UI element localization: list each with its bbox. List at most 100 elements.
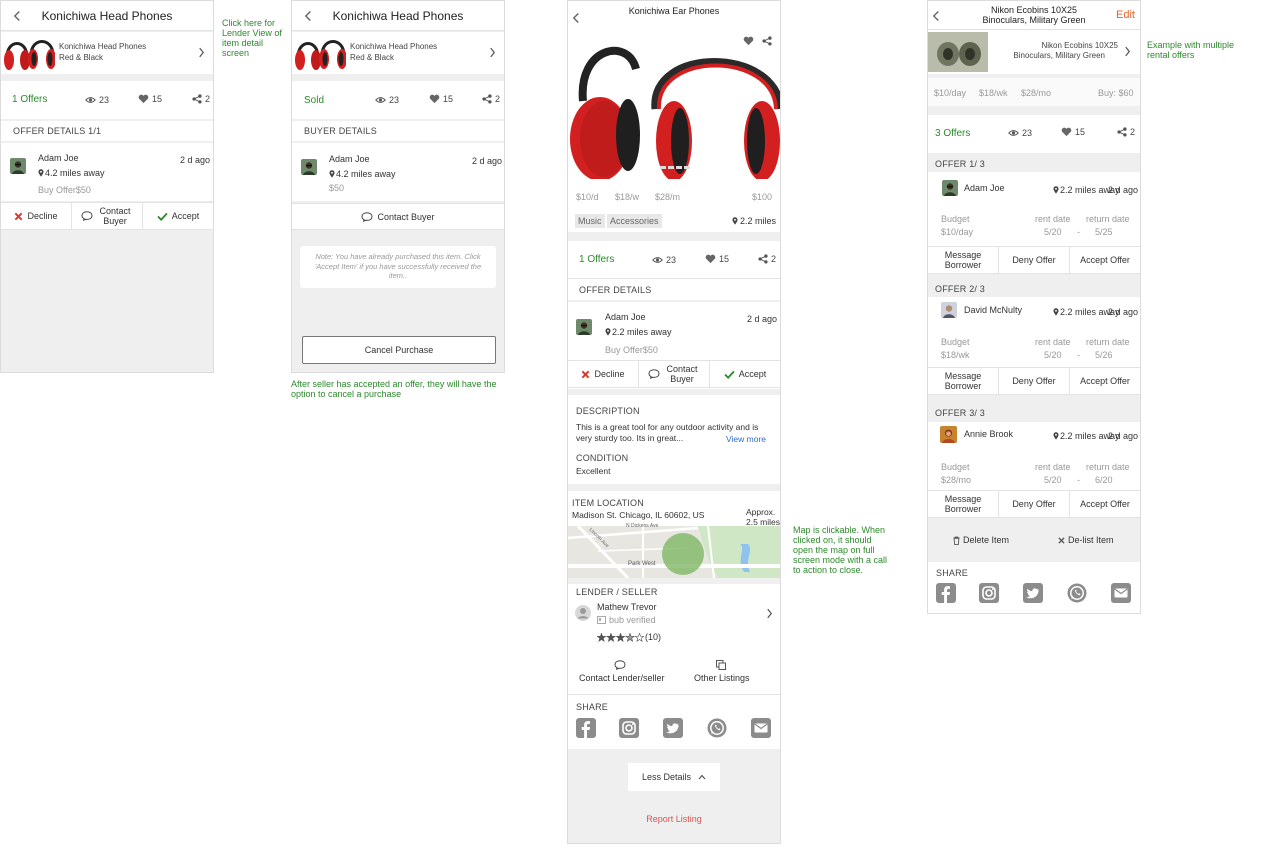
facebook-icon[interactable] [936,583,956,603]
likes-count: 15 [719,254,730,264]
purchase-note-text: Note: You have already purchased this it… [314,252,482,280]
chat-bubble-icon [81,211,93,221]
accept-offer-button[interactable]: Accept Offer [1070,491,1140,517]
offer-time: 2 d ago [180,155,211,165]
report-listing-link[interactable]: Report Listing [568,814,780,824]
instagram-icon[interactable] [619,718,639,738]
offer-actions: Decline Contact Buyer Accept [568,360,780,388]
offer-header: OFFER 3/ 3 [928,408,1140,418]
item-name: Konichiwa Head Phones [350,42,438,51]
twitter-icon[interactable] [1023,583,1043,603]
shares-stat[interactable]: 2 [482,94,500,104]
chevron-right-icon[interactable] [1124,46,1131,57]
delete-item-button[interactable]: Delete Item [953,535,1009,545]
item-summary-row[interactable]: Konichiwa Head Phones Red & Black [292,32,504,74]
offers-count[interactable]: 3 Offers [935,128,970,139]
likes-stat[interactable]: 15 [1061,127,1085,137]
heart-icon [138,94,149,104]
offers-count[interactable]: 1 Offers [12,94,47,105]
budget-label: Budget [941,214,970,224]
cancel-purchase-button[interactable]: Cancel Purchase [302,336,496,364]
seller-name[interactable]: Mathew Trevor [597,602,657,612]
message-borrower-button[interactable]: Message Borrower [928,368,999,394]
contact-buyer-button[interactable]: Contact Buyer [72,203,143,229]
shares-stat[interactable]: 2 [758,254,776,264]
buyer-distance: 4.2 miles away [45,168,105,178]
accept-button[interactable]: Accept [143,203,213,229]
message-borrower-button[interactable]: Message Borrower [928,491,999,517]
offer-time: 2 d ago [1108,431,1139,441]
decline-button[interactable]: Decline [568,361,639,387]
contact-seller-link[interactable]: Contact Lender/seller [579,673,665,683]
facebook-icon[interactable] [576,718,596,738]
decline-x-icon [14,212,23,221]
deny-offer-button[interactable]: Deny Offer [999,368,1070,394]
less-details-button[interactable]: Less Details [628,763,720,791]
distance-row: 2.2 miles [732,216,776,226]
contact-buyer-button[interactable]: Contact Buyer [292,203,504,230]
decline-label: Decline [27,211,58,221]
product-image[interactable] [568,29,780,179]
decline-button[interactable]: Decline [1,203,72,229]
shares-stat[interactable]: 2 [1117,127,1135,137]
likes-stat[interactable]: 15 [138,94,162,104]
rating-stars [597,632,645,642]
note-map-clickable: Map is clickable. When clicked on, it sh… [793,525,888,575]
divider [568,300,780,302]
email-icon[interactable] [1111,583,1131,603]
chevron-right-icon[interactable] [766,608,773,619]
other-listings-link[interactable]: Other Listings [694,673,750,683]
sale-price: $50 [329,183,345,193]
chat-bubble-icon [361,212,373,222]
divider [568,389,780,395]
views-stat: 23 [85,95,109,105]
deny-offer-button[interactable]: Deny Offer [999,247,1070,273]
accept-offer-button[interactable]: Accept Offer [1070,368,1140,394]
tag-music[interactable]: Music [575,214,605,228]
divider [568,694,780,695]
offer-index: OFFER 2/ 3 [935,284,986,294]
offer-header: OFFER 1/ 3 [928,159,1140,169]
date-dash: - [1077,227,1080,237]
heart-icon [1061,127,1072,137]
rating-star [597,632,607,642]
view-more-link[interactable]: View more [726,434,766,444]
rent-date-value: 5/20 [1044,350,1062,360]
offer-time: 2 d ago [747,314,778,324]
whatsapp-icon[interactable] [707,718,727,738]
item-summary-row[interactable]: Konichiwa Head Phones Red & Black [1,32,213,74]
contact-buyer-button[interactable]: Contact Buyer [639,361,710,387]
likes-stat[interactable]: 15 [705,254,729,264]
message-borrower-label: Message Borrower [944,250,982,270]
favorite-heart-icon[interactable] [743,36,754,46]
edit-button[interactable]: Edit [1116,9,1135,21]
accept-offer-button[interactable]: Accept Offer [1070,247,1140,273]
views-count: 23 [1022,128,1033,138]
shares-stat[interactable]: 2 [192,94,210,104]
purchase-note-box: Note: You have already purchased this it… [300,246,496,288]
page-title: Konichiwa Ear Phones [628,6,720,16]
rating-star [624,632,636,642]
email-icon[interactable] [751,718,771,738]
deny-offer-button[interactable]: Deny Offer [999,491,1070,517]
message-borrower-button[interactable]: Message Borrower [928,247,999,273]
location-map[interactable] [568,526,780,578]
chevron-right-icon [198,47,205,58]
share-icon[interactable] [762,36,772,46]
shares-count: 2 [495,94,501,104]
trash-icon [953,536,960,545]
seller-verified-row: bub verified [597,615,656,625]
instagram-icon[interactable] [979,583,999,603]
chevron-up-icon [698,774,706,780]
tag-accessories[interactable]: Accessories [607,214,662,228]
twitter-icon[interactable] [663,718,683,738]
whatsapp-icon[interactable] [1067,583,1087,603]
likes-stat[interactable]: 15 [429,94,453,104]
accept-button[interactable]: Accept [710,361,780,387]
message-borrower-label: Message Borrower [944,371,982,391]
contact-buyer-label: Contact Buyer [377,211,435,222]
deny-offer-label: Deny Offer [1012,376,1056,386]
delist-item-button[interactable]: De-list Item [1058,535,1114,545]
offers-count[interactable]: 1 Offers [579,254,614,265]
eye-icon [85,96,96,104]
